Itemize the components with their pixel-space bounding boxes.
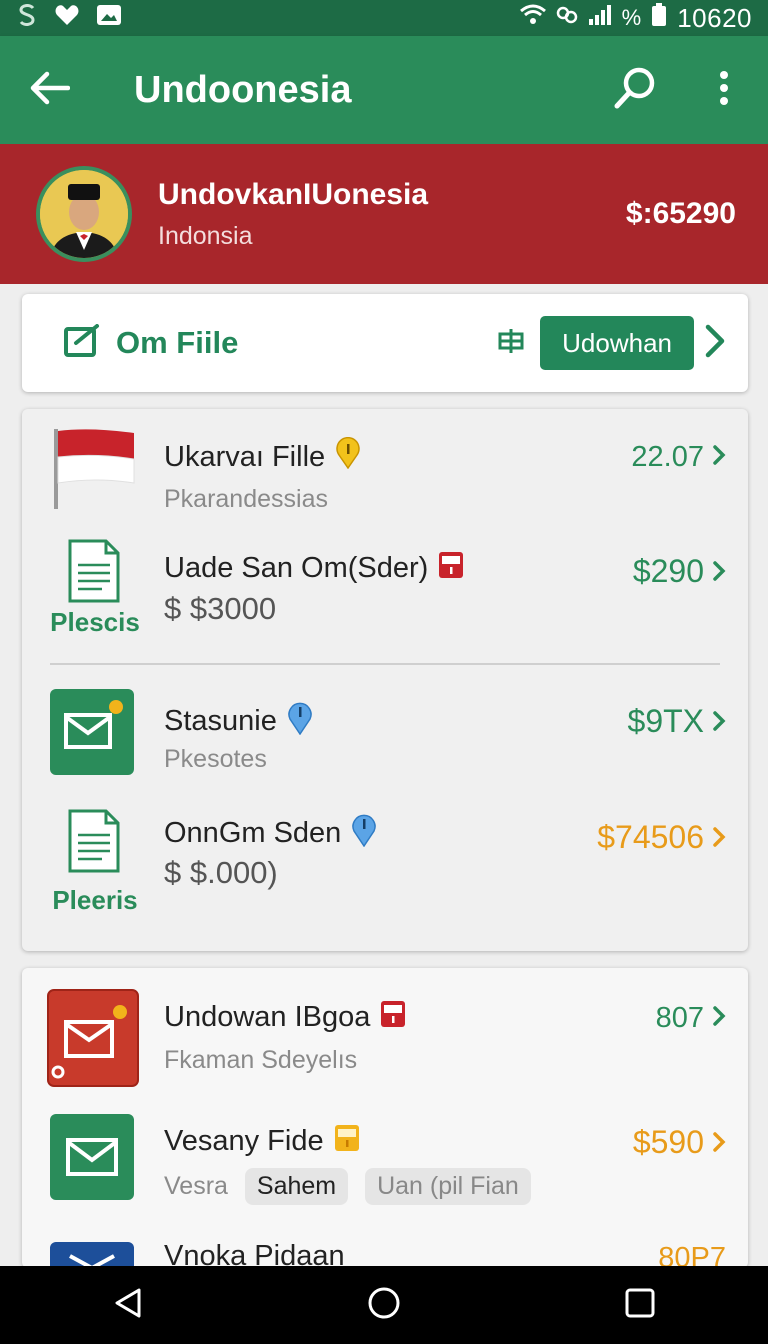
edit-icon: [64, 323, 102, 363]
item-amount: 22.07: [631, 441, 704, 473]
arrow-left-icon: [30, 71, 71, 110]
list-item[interactable]: Ukarvaı Fille Pkarandessias 22.07: [22, 427, 748, 531]
image-icon: [96, 3, 122, 34]
chevron-right-icon: [712, 703, 726, 740]
nav-home-button[interactable]: [334, 1266, 434, 1344]
list-item[interactable]: Plescis Uade San Om(Sder) $ $3000 $290: [22, 539, 748, 643]
item-subtitle: $ $.000): [164, 855, 278, 890]
red-calendar-icon: [380, 998, 406, 1036]
item-amount: 807: [655, 1002, 704, 1034]
tag-chip[interactable]: Sahem: [244, 1168, 349, 1205]
document-label: Pleeris: [52, 885, 138, 915]
nav-back-icon: [113, 1287, 143, 1324]
status-bar: % 10620: [0, 0, 768, 36]
chevron-right-icon[interactable]: [704, 323, 726, 364]
item-title: Ukarvaı Fille: [164, 440, 326, 473]
profile-name: UndovkanIUonesia: [158, 177, 429, 211]
item-subtitle: Pkesotes: [164, 745, 267, 773]
nav-recents-button[interactable]: [590, 1266, 690, 1344]
transactions-group-2: Undowan IBgoa Fkaman Sdeyelıs 807 Vesany…: [22, 968, 748, 1282]
flag-icon: [50, 427, 138, 515]
search-icon: [614, 66, 658, 115]
item-amount: $74506: [597, 819, 704, 855]
red-calendar-icon: [438, 549, 464, 587]
profile-subtitle: Indonsia: [158, 221, 253, 250]
blue-pin-icon: [351, 811, 377, 855]
more-vert-icon: [719, 70, 729, 111]
list-item[interactable]: Pleeris OnnGm Sden $ $.000) $74506: [22, 801, 748, 915]
item-subtitle: Vesra: [164, 1172, 228, 1200]
battery-icon: [651, 2, 667, 34]
mail-red-icon: [46, 988, 140, 1088]
blue-pin-icon: [287, 699, 313, 743]
nav-back-button[interactable]: [78, 1266, 178, 1344]
app-bar: Undoonesia: [0, 36, 768, 144]
item-subtitle: $ $3000: [164, 591, 277, 626]
list-item[interactable]: Undowan IBgoa Fkaman Sdeyelıs 807: [22, 988, 748, 1092]
mail-icon: [50, 1114, 138, 1202]
transactions-group-1: Ukarvaı Fille Pkarandessias 22.07 Plesci…: [22, 409, 748, 951]
yellow-pin-icon: [335, 436, 361, 477]
item-amount: $9TX: [627, 703, 704, 739]
item-title: Uade San Om(Sder): [164, 551, 429, 584]
heart-icon: [54, 3, 80, 34]
overflow-menu-button[interactable]: [680, 36, 768, 144]
item-amount: $290: [632, 553, 704, 589]
item-subtitle: Fkaman Sdeyelıs: [164, 1046, 358, 1074]
chevron-right-icon: [712, 441, 726, 474]
list-item[interactable]: Stasunie Pkesotes $9TX: [22, 689, 748, 793]
grid-icon[interactable]: [498, 328, 524, 359]
wifi-icon: [519, 4, 546, 33]
file-header-card: Om Fiile Udowhan: [22, 294, 748, 392]
vpn-icon: [556, 4, 578, 33]
app-s-icon: [16, 3, 38, 34]
nav-recents-icon: [624, 1287, 656, 1324]
profile-header[interactable]: UndovkanIUonesia Indonsia $:65290: [0, 144, 768, 284]
chevron-right-icon: [712, 553, 726, 590]
item-title: OnnGm Sden: [164, 816, 342, 849]
system-nav-bar: [0, 1266, 768, 1344]
list-item[interactable]: Vesany Fide Vesra Sahem Uan (pil Fian $5…: [22, 1114, 748, 1218]
avatar: [36, 166, 132, 262]
item-title: Stasunie: [164, 704, 277, 737]
item-title: Undowan IBgoa: [164, 1000, 371, 1033]
clock: 10620: [677, 2, 752, 33]
document-icon: [50, 809, 138, 897]
item-title: Vesany Fide: [164, 1124, 324, 1157]
chevron-right-icon: [712, 1002, 726, 1035]
yellow-calendar-icon: [334, 1122, 360, 1160]
item-amount: $590: [632, 1124, 704, 1160]
item-subtitle: Pkarandessias: [164, 485, 328, 513]
profile-balance: $:65290: [625, 197, 736, 230]
nav-home-icon: [367, 1286, 401, 1325]
back-button[interactable]: [0, 36, 100, 144]
page-title: Undoonesia: [134, 68, 352, 111]
divider: [50, 663, 720, 665]
search-button[interactable]: [592, 36, 680, 144]
file-header-title: Om Fiile: [116, 325, 239, 360]
document-label: Plescis: [50, 607, 140, 637]
chevron-right-icon: [712, 819, 726, 856]
percent-icon: %: [621, 5, 642, 30]
signal-icon: [588, 4, 612, 33]
file-action-button[interactable]: Udowhan: [540, 316, 694, 370]
tag-chip[interactable]: Uan (pil Fian: [365, 1168, 531, 1205]
mail-icon: [50, 689, 138, 777]
chevron-right-icon: [712, 1124, 726, 1161]
